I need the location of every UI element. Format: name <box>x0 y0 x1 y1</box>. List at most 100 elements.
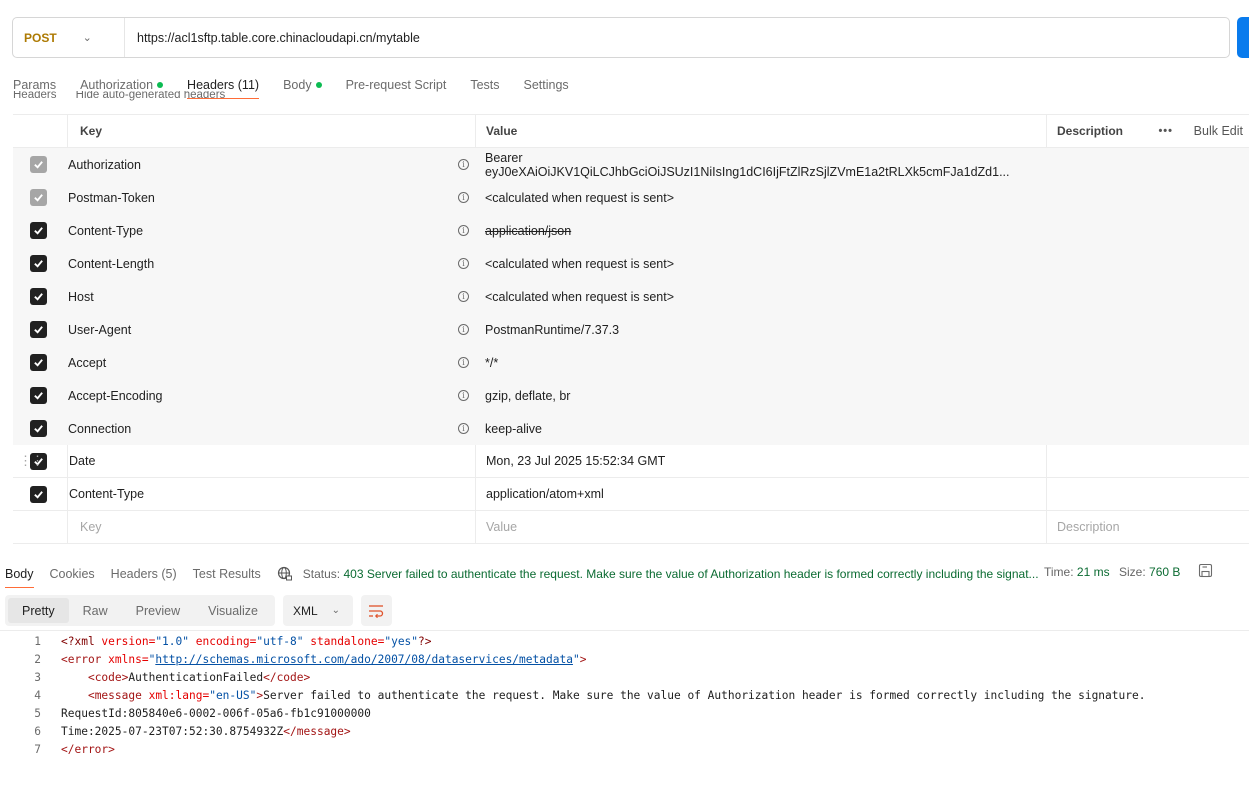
more-options-icon[interactable]: ••• <box>1158 125 1173 137</box>
header-key[interactable]: Authorization <box>67 158 141 172</box>
enable-checkbox[interactable] <box>29 255 47 272</box>
info-icon[interactable]: i <box>458 258 469 269</box>
table-row: ⋮⋮ Date Mon, 23 Jul 2025 15:52:34 GMT <box>13 445 1249 478</box>
new-value-input[interactable]: Value <box>486 520 517 534</box>
info-icon[interactable]: i <box>458 291 469 302</box>
header-value[interactable]: keep-alive <box>485 422 542 436</box>
tab-settings[interactable]: Settings <box>524 72 569 98</box>
new-key-input[interactable]: Key <box>80 520 102 534</box>
header-value[interactable]: <calculated when request is sent> <box>485 257 674 271</box>
header-description[interactable] <box>1046 313 1249 346</box>
response-status[interactable]: Status: 403 Server failed to authenticat… <box>303 567 1039 581</box>
header-description[interactable] <box>1046 412 1249 445</box>
language-select[interactable]: XML ⌄ <box>282 595 353 626</box>
visualize-button[interactable]: Visualize <box>194 598 272 623</box>
send-button[interactable] <box>1237 17 1249 58</box>
response-tab-cookies[interactable]: Cookies <box>50 560 95 587</box>
info-icon[interactable]: i <box>458 225 469 236</box>
save-response-icon[interactable] <box>1198 563 1213 578</box>
wrap-lines-button[interactable] <box>360 595 392 626</box>
header-description[interactable] <box>1046 148 1249 181</box>
enable-checkbox[interactable] <box>29 387 47 404</box>
response-body-code[interactable]: 1 <?xml version="1.0" encoding="utf-8" st… <box>0 630 1249 758</box>
info-icon[interactable]: i <box>458 324 469 335</box>
header-description[interactable] <box>1046 247 1249 280</box>
header-key[interactable]: Accept-Encoding <box>67 389 163 403</box>
info-icon[interactable]: i <box>458 423 469 434</box>
tab-label: Authorization <box>80 78 154 92</box>
response-tab-headers[interactable]: Headers (5) <box>111 560 177 587</box>
header-description[interactable] <box>1046 280 1249 313</box>
header-value[interactable]: Mon, 23 Jul 2025 15:52:34 GMT <box>486 454 665 468</box>
tab-label: Body <box>283 78 312 92</box>
bulk-edit-button[interactable]: Bulk Edit <box>1194 124 1243 138</box>
header-key[interactable]: Content-Type <box>68 487 144 501</box>
header-value[interactable]: <calculated when request is sent> <box>485 191 674 205</box>
info-icon[interactable]: i <box>458 357 469 368</box>
wrap-lines-icon <box>369 604 384 618</box>
header-value[interactable]: application/atom+xml <box>486 487 604 501</box>
response-size[interactable]: Size: 760 B <box>1119 565 1180 579</box>
header-description[interactable] <box>1046 445 1249 477</box>
header-value[interactable]: PostmanRuntime/7.37.3 <box>485 323 619 337</box>
header-description[interactable] <box>1046 478 1249 510</box>
header-key[interactable]: Accept <box>67 356 106 370</box>
headers-section-title: Headers <box>13 91 57 101</box>
new-description-input[interactable]: Description <box>1057 520 1120 534</box>
tab-pre-request-script[interactable]: Pre-request Script <box>346 72 447 98</box>
table-row: Accept i */* <box>13 346 1249 379</box>
url-input[interactable]: https://acl1sftp.table.core.chinacloudap… <box>125 31 420 45</box>
tab-tests[interactable]: Tests <box>470 72 499 98</box>
header-value[interactable]: application/json <box>485 224 571 238</box>
preview-button[interactable]: Preview <box>122 598 194 623</box>
tab-label: Settings <box>523 78 569 92</box>
method-select[interactable]: POST ⌄ <box>13 18 125 57</box>
code-line: 2 <error xmlns="http://schemas.microsoft.… <box>34 652 587 666</box>
enable-checkbox[interactable] <box>29 321 47 338</box>
response-time[interactable]: Time: 21 ms <box>1044 565 1110 579</box>
header-key[interactable]: Postman-Token <box>67 191 155 205</box>
code-line: 5 RequestId:805840e6-0002-006f-05a6-fb1c9… <box>34 706 371 720</box>
header-key[interactable]: Host <box>67 290 94 304</box>
tab-body[interactable]: Body <box>283 72 322 98</box>
header-description[interactable] <box>1046 214 1249 247</box>
enable-checkbox[interactable] <box>29 485 47 503</box>
header-key[interactable]: Content-Length <box>67 257 154 271</box>
table-row: Host i <calculated when request is sent> <box>13 280 1249 313</box>
method-label: POST <box>24 30 57 45</box>
enable-checkbox[interactable] <box>29 222 47 239</box>
info-icon[interactable]: i <box>458 192 469 203</box>
tab-label: Params <box>13 78 57 92</box>
header-key[interactable]: Content-Type <box>67 224 143 238</box>
enable-checkbox[interactable] <box>29 420 47 437</box>
enable-checkbox[interactable] <box>29 156 47 173</box>
enable-checkbox[interactable] <box>29 189 47 206</box>
info-icon[interactable]: i <box>458 159 469 170</box>
pretty-button[interactable]: Pretty <box>8 598 69 623</box>
col-key-header: Key <box>67 115 475 147</box>
tab-label: Headers (11) <box>187 78 260 92</box>
hide-auto-headers-toggle[interactable]: Hide auto-generated headers <box>76 91 226 101</box>
header-key[interactable]: Connection <box>67 422 131 436</box>
code-line: 6 Time:2025-07-23T07:52:30.8754932Z</mess… <box>34 724 351 738</box>
response-tab-test-results[interactable]: Test Results <box>193 560 261 587</box>
network-globe-icon[interactable] <box>277 566 293 582</box>
status-dot-icon <box>315 82 322 88</box>
table-row: User-Agent i PostmanRuntime/7.37.3 <box>13 313 1249 346</box>
drag-handle-icon[interactable]: ⋮⋮ <box>19 453 44 469</box>
namespace-link[interactable]: http://schemas.microsoft.com/ado/2007/08… <box>155 653 573 666</box>
raw-button[interactable]: Raw <box>69 598 122 623</box>
header-description[interactable] <box>1046 379 1249 412</box>
info-icon[interactable]: i <box>458 390 469 401</box>
enable-checkbox[interactable] <box>29 354 47 371</box>
response-tab-body[interactable]: Body <box>5 560 34 588</box>
header-description[interactable] <box>1046 346 1249 379</box>
header-value[interactable]: <calculated when request is sent> <box>485 290 674 304</box>
header-value[interactable]: */* <box>485 356 498 370</box>
header-key[interactable]: Date <box>68 454 95 468</box>
header-value[interactable]: gzip, deflate, br <box>485 389 570 403</box>
header-description[interactable] <box>1046 181 1249 214</box>
header-key[interactable]: User-Agent <box>67 323 131 337</box>
header-value[interactable]: Bearer eyJ0eXAiOiJKV1QiLCJhbGciOiJSUzI1N… <box>485 151 1045 179</box>
enable-checkbox[interactable] <box>29 288 47 305</box>
